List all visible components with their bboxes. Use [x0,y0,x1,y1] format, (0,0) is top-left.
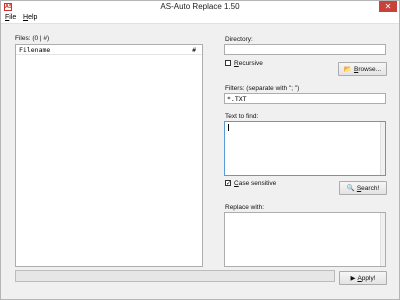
text-caret [228,124,229,131]
close-button[interactable]: ✕ [379,1,397,12]
column-count[interactable]: # [192,46,196,54]
replace-textarea[interactable] [224,212,386,267]
filters-label: Filters: (separate with "; ") [225,85,300,92]
recursive-label: Recursive [234,60,263,67]
menu-help[interactable]: Help [23,14,37,21]
files-list-header: Filename # [16,45,202,55]
directory-label: Directory: [225,36,253,43]
search-button[interactable]: 🔍 Search! [339,181,387,195]
arrow-right-icon: ▶ [350,274,356,282]
directory-input[interactable] [224,44,386,55]
title-bar: AS AS-Auto Replace 1.50 ✕ [1,1,399,13]
window-title: AS-Auto Replace 1.50 [160,2,240,11]
magnifier-icon: 🔍 [346,184,355,192]
replace-scrollbar[interactable] [380,213,385,266]
menu-file[interactable]: File [5,14,16,21]
column-filename[interactable]: Filename [19,46,50,54]
files-label: Files: (0 | #) [15,35,50,42]
folder-icon: 📂 [343,65,352,73]
recursive-checkbox[interactable] [225,60,231,66]
find-label: Text to find: [225,113,259,120]
files-list[interactable]: Filename # [15,44,203,267]
app-window: AS AS-Auto Replace 1.50 ✕ File Help File… [0,0,400,300]
case-sensitive-checkbox[interactable]: ✓ [225,180,231,187]
progress-bar [15,270,335,282]
find-scrollbar[interactable] [380,122,385,175]
browse-button[interactable]: 📂 Browse... [338,62,387,76]
find-textarea[interactable] [224,121,386,176]
case-sensitive-label: Case sensitive [234,180,277,187]
menu-bar: File Help [1,13,399,24]
replace-label: Replace with: [225,204,265,211]
apply-button[interactable]: ▶ Apply! [339,271,387,285]
filters-input[interactable]: *.TXT [224,93,386,104]
